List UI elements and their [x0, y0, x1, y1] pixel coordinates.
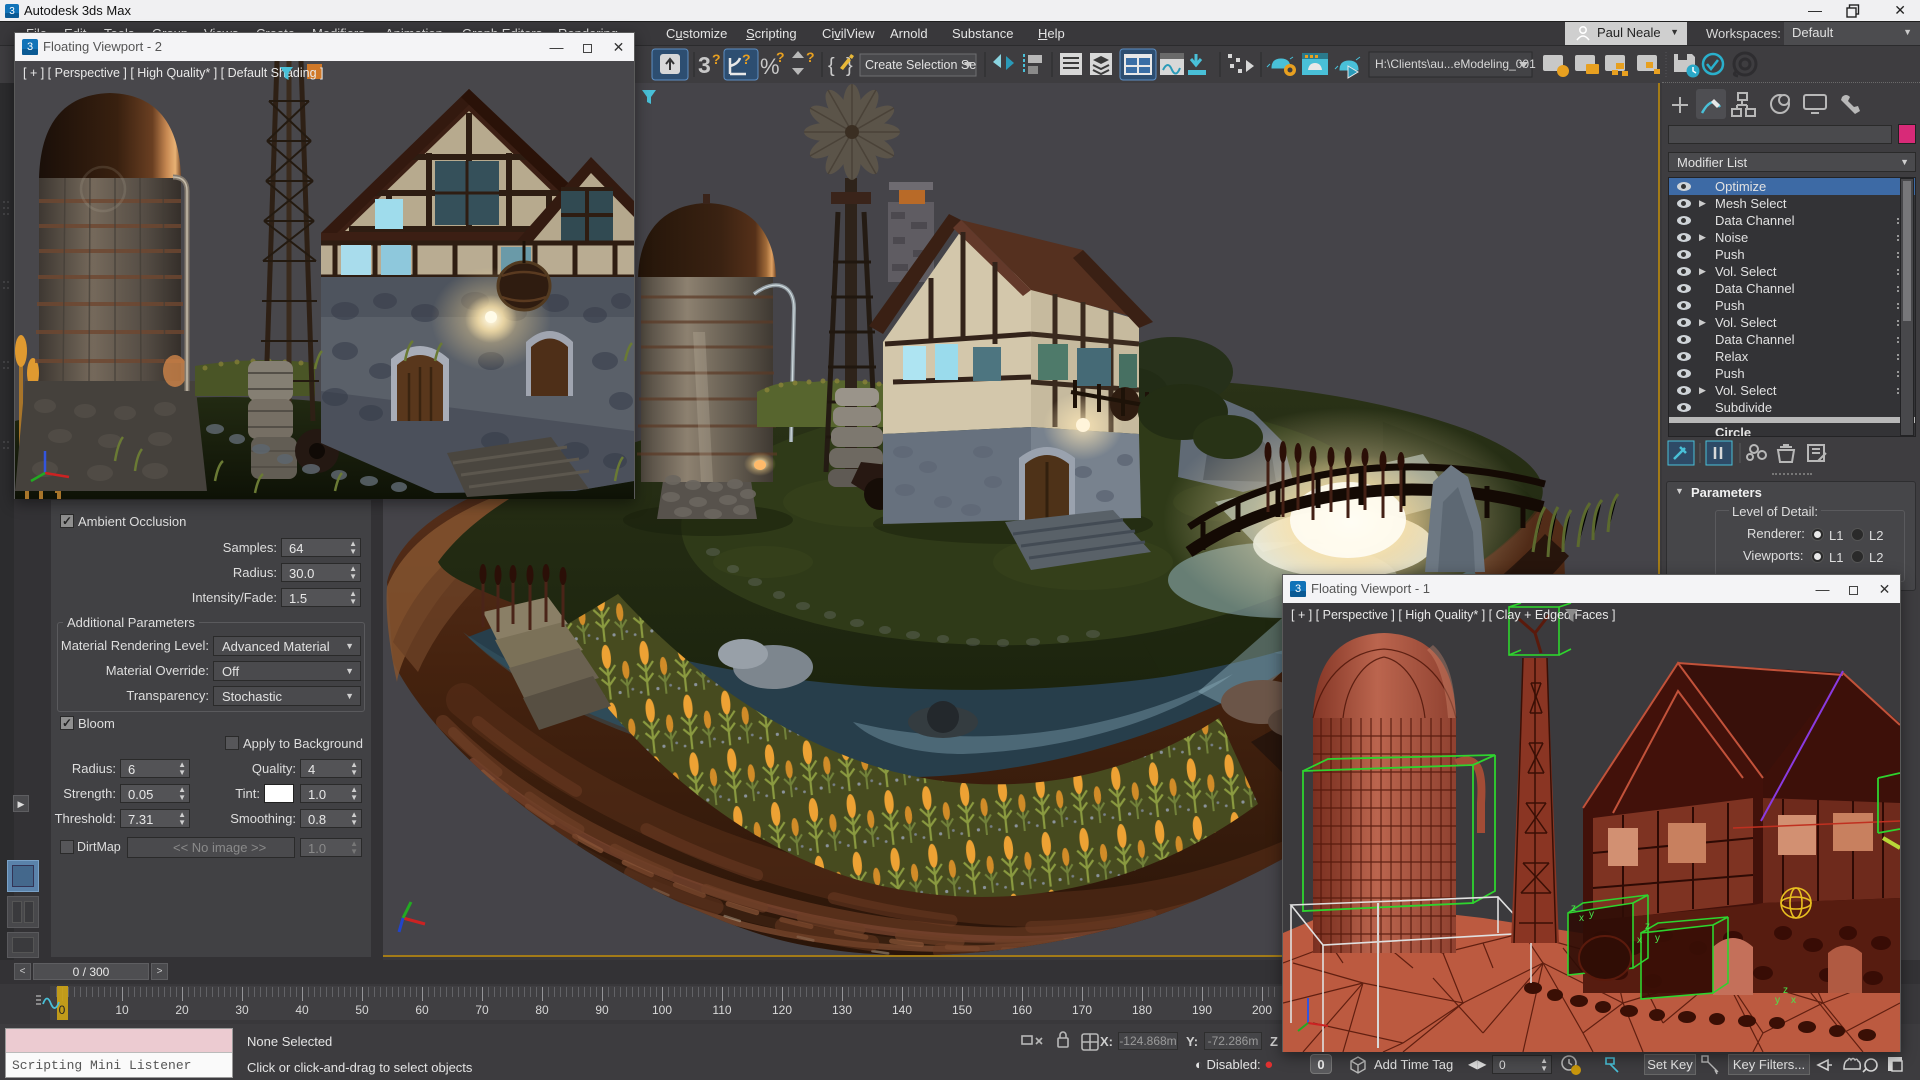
svg-text:30: 30 — [235, 1003, 249, 1017]
svg-text:90: 90 — [595, 1003, 609, 1017]
svg-text:x: x — [1579, 913, 1584, 924]
svg-text:140: 140 — [892, 1003, 912, 1017]
svg-text:y: y — [1655, 933, 1660, 944]
svg-text:10: 10 — [115, 1003, 129, 1017]
svg-text:?: ? — [742, 51, 751, 67]
svg-text:150: 150 — [952, 1003, 972, 1017]
svg-text:180: 180 — [1132, 1003, 1152, 1017]
svg-text:190: 190 — [1192, 1003, 1212, 1017]
svg-text:40: 40 — [295, 1003, 309, 1017]
svg-text:z: z — [1783, 985, 1788, 996]
svg-text:[ + ] [ Perspective ] [ High Q: [ + ] [ Perspective ] [ High Quality* ] … — [23, 66, 324, 80]
svg-text:y: y — [1589, 909, 1594, 920]
svg-text:3: 3 — [9, 6, 15, 17]
svg-text:x: x — [1791, 995, 1796, 1006]
svg-text:130: 130 — [832, 1003, 852, 1017]
svg-text:100: 100 — [652, 1003, 672, 1017]
svg-text:?: ? — [712, 51, 721, 67]
svg-text:170: 170 — [1072, 1003, 1092, 1017]
svg-text:3: 3 — [1295, 583, 1301, 595]
svg-text:?: ? — [776, 49, 785, 65]
svg-text:{: { — [828, 55, 835, 77]
svg-text:110: 110 — [712, 1003, 731, 1017]
svg-text:50: 50 — [355, 1003, 369, 1017]
svg-text:60: 60 — [415, 1003, 429, 1017]
svg-text:H:\Clients\au...eModeling_001: H:\Clients\au...eModeling_001 — [1375, 57, 1536, 71]
svg-text:20: 20 — [175, 1003, 189, 1017]
svg-text:y: y — [1775, 995, 1780, 1006]
svg-text:160: 160 — [1012, 1003, 1032, 1017]
svg-text:?: ? — [806, 49, 815, 65]
svg-text:3: 3 — [27, 41, 33, 53]
svg-text:70: 70 — [475, 1003, 489, 1017]
svg-text:z: z — [1645, 921, 1650, 932]
svg-text:0: 0 — [59, 1003, 66, 1017]
svg-text:z: z — [1571, 903, 1576, 914]
svg-text:200: 200 — [1252, 1003, 1272, 1017]
svg-text:80: 80 — [535, 1003, 549, 1017]
svg-text:x: x — [1637, 935, 1642, 946]
svg-text:3: 3 — [698, 52, 711, 78]
svg-text:120: 120 — [772, 1003, 792, 1017]
svg-text:Create Selection Se: Create Selection Se — [865, 58, 976, 72]
